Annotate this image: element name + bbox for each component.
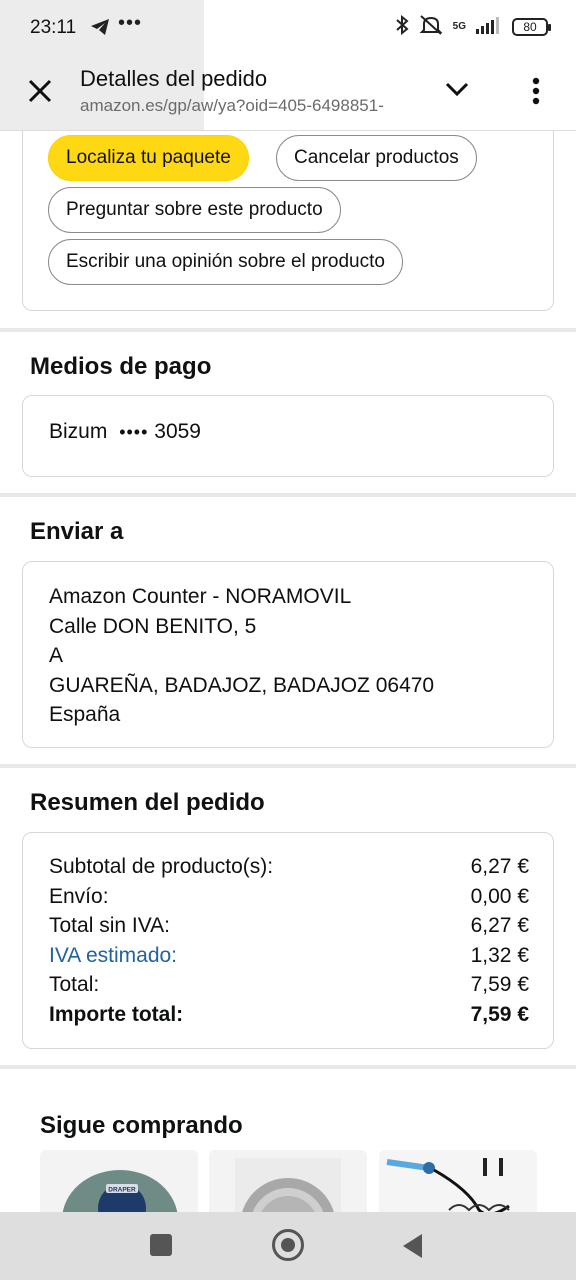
battery-icon: 80: [512, 17, 551, 36]
status-time: 23:11: [30, 17, 77, 38]
product-thumbnail[interactable]: [379, 1150, 537, 1220]
telegram-icon: [90, 18, 110, 41]
section-divider: [0, 328, 576, 332]
more-notifications-icon: •••: [118, 12, 143, 34]
signal-icon: [476, 16, 502, 37]
close-icon[interactable]: [26, 77, 54, 110]
summary-value: 1,32 €: [470, 943, 529, 967]
keep-shopping-title: Sigue comprando: [40, 1112, 243, 1139]
write-review-button[interactable]: Escribir una opinión sobre el producto: [48, 239, 403, 285]
track-package-button[interactable]: Localiza tu paquete: [48, 135, 249, 181]
system-nav-bar: [0, 1212, 576, 1280]
app-bar-layer: Detalles del pedido amazon.es/gp/aw/ya?o…: [0, 58, 576, 130]
summary-row: Envío: 0,00 €: [49, 885, 529, 909]
section-divider: [0, 493, 576, 497]
recents-button[interactable]: [150, 1234, 172, 1256]
summary-row: Total sin IVA: 6,27 €: [49, 914, 529, 938]
summary-value: 7,59 €: [470, 1002, 529, 1026]
address-line: Calle DON BENITO, 5: [49, 614, 257, 638]
payment-card[interactable]: Bizum •••• 3059: [22, 395, 554, 477]
summary-label: Subtotal de producto(s):: [49, 855, 274, 878]
back-icon[interactable]: [402, 1233, 424, 1264]
summary-value: 0,00 €: [470, 884, 529, 908]
address-line: España: [49, 703, 121, 726]
saw-blade-image: [235, 1158, 341, 1220]
inspection-camera-image: [379, 1150, 537, 1220]
summary-label: Importe total:: [49, 1002, 184, 1026]
section-divider: [0, 1065, 576, 1069]
product-brand-label: DRAPER: [108, 1187, 136, 1194]
summary-row: IVA estimado: 1,32 €: [49, 944, 529, 968]
order-actions-card: Localiza tu paquete Cancelar productos P…: [22, 108, 554, 311]
bluetooth-icon: [395, 14, 409, 38]
network-type: 5G: [452, 21, 466, 32]
chevron-down-icon[interactable]: [444, 80, 470, 103]
product-thumbnail[interactable]: DRAPER: [40, 1150, 198, 1220]
summary-value: 7,59 €: [470, 973, 529, 996]
page-title: Detalles del pedido: [80, 66, 268, 91]
summary-row: Total: 7,59 €: [49, 973, 529, 997]
summary-row-grand-total: Importe total: 7,59 €: [49, 1003, 529, 1027]
ask-product-button[interactable]: Preguntar sobre este producto: [48, 187, 341, 233]
home-button[interactable]: [272, 1229, 304, 1261]
app-bar-divider: [0, 130, 576, 131]
cancel-items-button[interactable]: Cancelar productos: [276, 135, 477, 181]
shipping-address: Amazon Counter - NORAMOVIL Calle DON BEN…: [49, 582, 434, 730]
summary-value: 6,27 €: [470, 855, 529, 878]
summary-label: Total:: [49, 973, 100, 996]
summary-label: Total sin IVA:: [49, 914, 170, 937]
shipping-card: Amazon Counter - NORAMOVIL Calle DON BEN…: [22, 561, 554, 748]
payment-method: Bizum •••• 3059: [49, 420, 201, 444]
payment-mask: ••••: [119, 422, 149, 442]
tax-estimate-link[interactable]: IVA estimado:: [49, 944, 177, 968]
summary-row: Subtotal de producto(s): 6,27 €: [49, 855, 529, 879]
grinding-wheel-image: DRAPER: [62, 1170, 178, 1220]
product-thumbnail[interactable]: [209, 1150, 367, 1220]
page-url[interactable]: amazon.es/gp/aw/ya?oid=405-6498851-: [80, 96, 420, 116]
battery-level: 80: [523, 19, 537, 34]
summary-card: Subtotal de producto(s): 6,27 € Envío: 0…: [22, 832, 554, 1049]
address-line: A: [49, 644, 64, 667]
summary-title: Resumen del pedido: [30, 789, 265, 816]
summary-label: Envío:: [49, 884, 109, 908]
status-bar: 23:11 ••• 5G 80: [0, 0, 576, 130]
status-right: 5G 80: [395, 14, 551, 39]
more-options-icon[interactable]: [530, 76, 542, 111]
shipping-title: Enviar a: [30, 518, 124, 545]
payment-title: Medios de pago: [30, 353, 212, 380]
summary-value: 6,27 €: [470, 914, 529, 937]
address-line: Amazon Counter - NORAMOVIL: [49, 585, 352, 608]
payment-last4: 3059: [154, 420, 201, 443]
mute-icon: [419, 14, 443, 39]
payment-method-name: Bizum: [49, 420, 108, 443]
address-line: GUAREÑA, BADAJOZ, BADAJOZ 06470: [49, 673, 435, 697]
section-divider: [0, 764, 576, 768]
